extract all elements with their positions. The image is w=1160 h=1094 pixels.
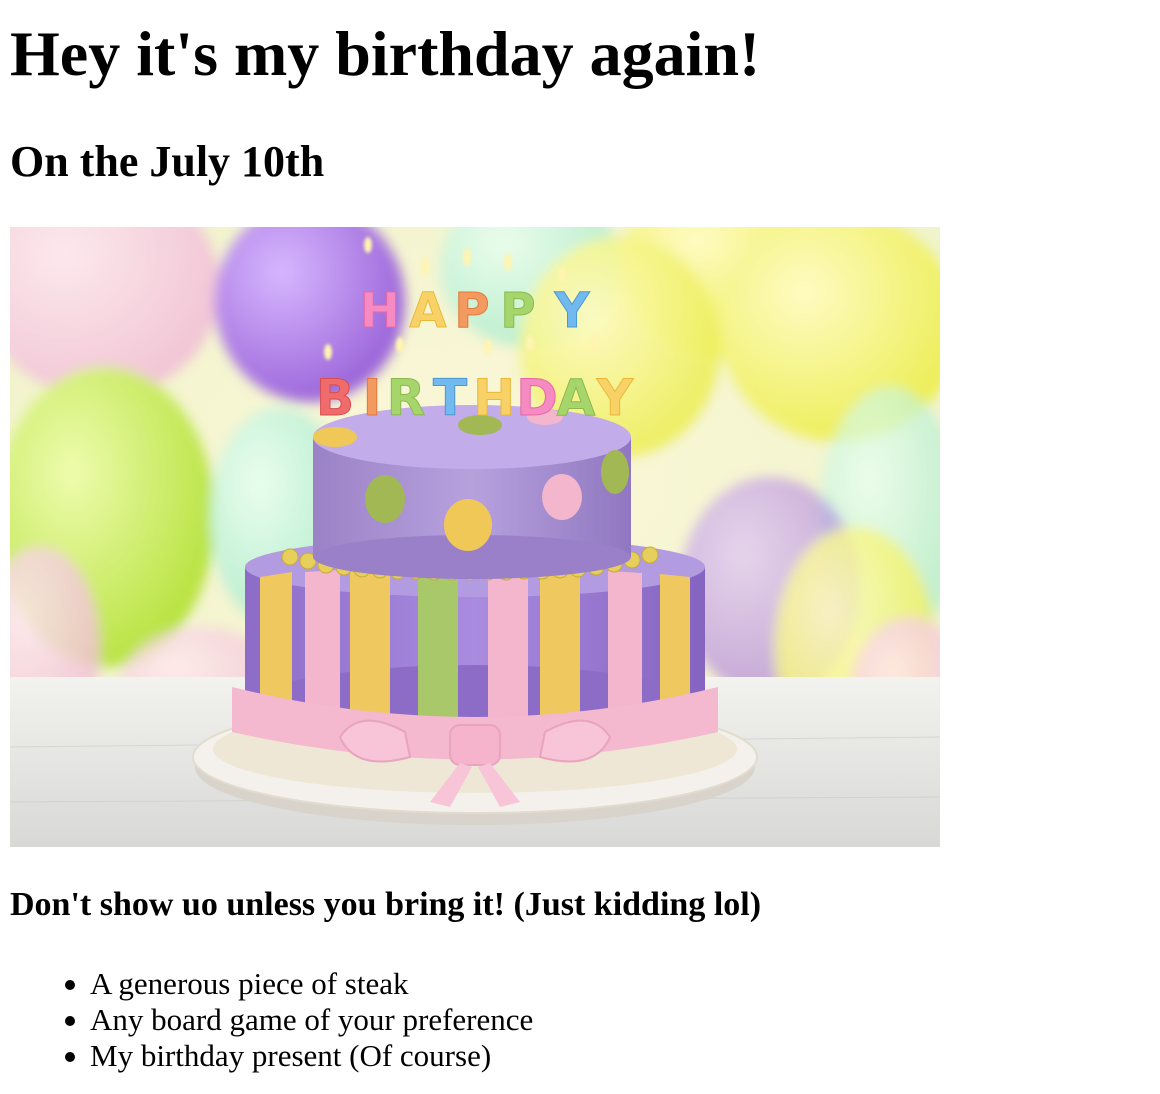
svg-text:T: T	[433, 369, 467, 427]
svg-text:Y: Y	[554, 283, 591, 339]
list-item: Any board game of your preference	[65, 1002, 534, 1038]
list-item-text: Any board game of your preference	[90, 1002, 534, 1037]
bring-items-heading: Don't show uo unless you bring it! (Just…	[10, 886, 762, 923]
birthday-cake-image: H A P P Y B I R T H D A Y	[10, 227, 940, 847]
bullet-icon	[65, 1052, 75, 1062]
svg-text:Y: Y	[596, 369, 634, 427]
bullet-icon	[65, 1016, 75, 1026]
svg-text:A: A	[557, 369, 596, 427]
list-item: A generous piece of steak	[65, 966, 533, 1002]
bring-items-list: A generous piece of steak Any board game…	[10, 966, 533, 1074]
svg-text:H: H	[360, 283, 400, 339]
svg-text:I: I	[363, 369, 382, 427]
svg-text:P: P	[454, 283, 489, 339]
svg-text:P: P	[500, 283, 535, 339]
svg-text:B: B	[316, 369, 354, 427]
svg-text:R: R	[387, 369, 426, 427]
date-subtitle: On the July 10th	[10, 137, 325, 186]
svg-text:A: A	[409, 283, 446, 339]
list-item-text: A generous piece of steak	[90, 966, 409, 1001]
svg-text:H: H	[473, 369, 515, 427]
list-item: My birthday present (Of course)	[65, 1038, 533, 1074]
list-item-text: My birthday present (Of course)	[90, 1038, 492, 1073]
svg-text:D: D	[516, 369, 558, 427]
bullet-icon	[65, 980, 75, 990]
page-title: Hey it's my birthday again!	[10, 18, 761, 89]
